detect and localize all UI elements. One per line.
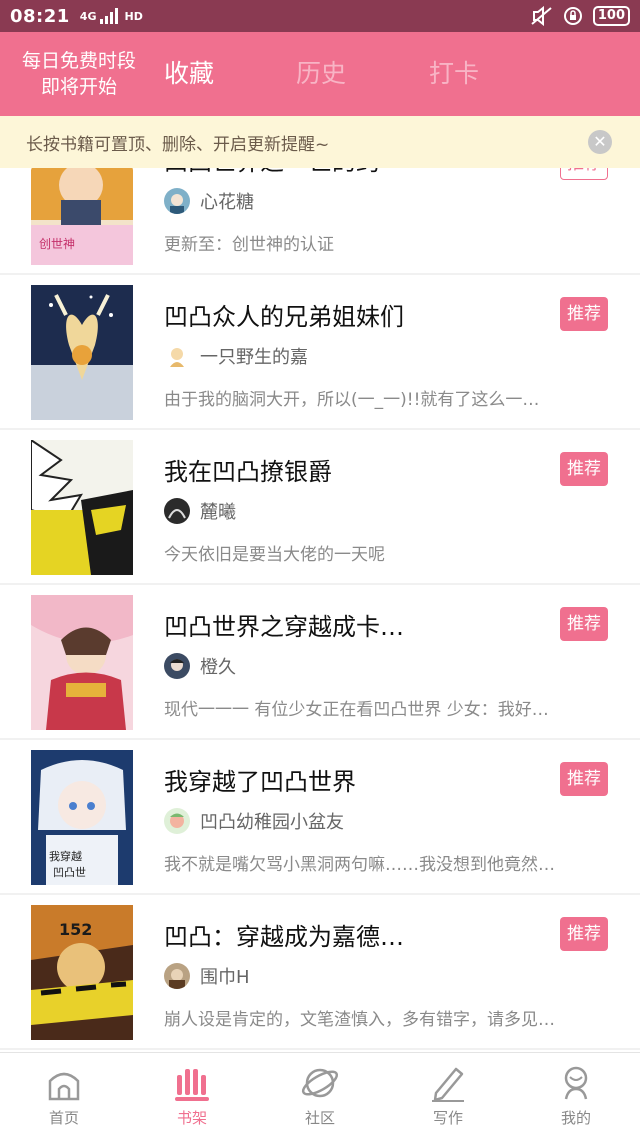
author-row: 心花糖 [164, 188, 254, 214]
recommend-tag[interactable]: 推荐 [560, 762, 608, 796]
book-cover [31, 595, 133, 730]
profile-icon [564, 1066, 588, 1100]
close-icon[interactable]: ✕ [588, 130, 612, 154]
avatar [164, 498, 190, 524]
book-description: 崩人设是肯定的，文笔渣慎入，多有错字，请多见… [164, 1010, 555, 1030]
author-name: 橙久 [200, 657, 236, 678]
book-item[interactable]: 凹凸众人的兄弟姐妹们 推荐 一只野生的嘉 由于我的脑洞大开，所以(一_一)!!就… [0, 275, 640, 430]
book-cover [31, 440, 133, 575]
tip-text: 长按书籍可置顶、删除、开启更新提醒~ [26, 134, 330, 155]
recommend-tag[interactable]: 推荐 [560, 452, 608, 486]
author-row: 麓曦 [164, 498, 236, 524]
author-row: 橙久 [164, 653, 236, 679]
author-name: 凹凸幼稚园小盆友 [200, 812, 344, 833]
book-title: 凹凸世界之穿越成卡… [164, 613, 404, 641]
book-item[interactable]: 152 凹凸：穿越成为嘉德… 推荐 围巾H 崩人设是肯定的，文笔渣慎入，多有错字… [0, 895, 640, 1050]
recommend-tag[interactable]: 推荐 [560, 297, 608, 331]
svg-text:创世神: 创世神 [39, 237, 75, 251]
battery-indicator: 100 [592, 6, 630, 26]
avatar [164, 653, 190, 679]
book-title: 凹凸众人的兄弟姐妹们 [164, 303, 404, 331]
book-item[interactable]: 凹凸世界之穿越成卡… 推荐 橙久 现代一一一 有位少女正在看凹凸世界 少女：我好… [0, 585, 640, 740]
book-description: 我不就是嘴欠骂小黑洞两句嘛……我没想到他竟然… [164, 855, 555, 875]
avatar [164, 188, 190, 214]
nav-bookshelf[interactable]: 书架 [128, 1053, 256, 1138]
tip-banner: 长按书籍可置顶、删除、开启更新提醒~ ✕ [0, 116, 640, 168]
nav-community[interactable]: 社区 [256, 1053, 384, 1138]
avatar [164, 808, 190, 834]
promo-line-2: 即将开始 [40, 76, 117, 98]
nav-label: 我的 [560, 1109, 591, 1127]
book-cover: 我穿越 凹凸世 [31, 750, 133, 885]
book-title: 凹凸世界之一世的约 [164, 168, 380, 177]
network-indicator: 4G HD [80, 8, 143, 24]
book-title: 我在凹凸撩银爵 [164, 458, 332, 486]
nav-label: 首页 [48, 1109, 79, 1127]
author-row: 围巾H [164, 963, 250, 989]
free-period-promo[interactable]: 每日免费时段 即将开始 [0, 48, 158, 100]
bookshelf-icon [175, 1069, 209, 1101]
book-description: 由于我的脑洞大开，所以(一_一)!!就有了这么一… [164, 390, 540, 410]
status-right: 100 [531, 6, 630, 26]
network-type: 4G [79, 9, 97, 23]
home-icon [48, 1072, 80, 1101]
svg-text:152: 152 [59, 920, 92, 939]
signal-icon [100, 8, 119, 24]
recommend-tag[interactable]: 推荐 [560, 917, 608, 951]
book-cover: 创世神 [31, 168, 133, 265]
status-time: 08:21 [10, 5, 70, 27]
nav-label: 书架 [176, 1109, 207, 1127]
nav-home[interactable]: 首页 [0, 1053, 128, 1138]
book-title: 我穿越了凹凸世界 [164, 768, 356, 796]
book-title: 凹凸：穿越成为嘉德… [164, 923, 404, 951]
bottom-nav: 首页 书架 社区 写作 我的 [0, 1052, 640, 1138]
planet-icon [301, 1068, 339, 1098]
recommend-tag[interactable]: 推荐 [560, 168, 608, 180]
book-item[interactable]: 我穿越 凹凸世 我穿越了凹凸世界 推荐 凹凸幼稚园小盆友 我不就是嘴欠骂小黑洞两… [0, 740, 640, 895]
nav-profile[interactable]: 我的 [512, 1053, 640, 1138]
tab-checkin[interactable]: 打卡 [429, 54, 479, 90]
book-cover: 152 [31, 905, 133, 1040]
book-cover [31, 285, 133, 420]
book-item[interactable]: 创世神 凹凸世界之一世的约 推荐 心花糖 更新至：创世神的认证 [0, 168, 640, 275]
promo-line-1: 每日免费时段 [21, 50, 136, 72]
author-name: 麓曦 [200, 502, 236, 523]
screen: 08:21 4G HD 100 每日免费时段 即将开始 收藏 历史 打卡 长按书… [0, 0, 640, 1138]
avatar [164, 963, 190, 989]
book-item[interactable]: 我在凹凸撩银爵 推荐 麓曦 今天依旧是要当大佬的一天呢 [0, 430, 640, 585]
author-name: 心花糖 [200, 192, 254, 213]
nav-label: 社区 [304, 1109, 335, 1127]
header: 每日免费时段 即将开始 收藏 历史 打卡 [0, 32, 640, 116]
author-name: 一只野生的嘉 [200, 347, 308, 368]
book-description: 今天依旧是要当大佬的一天呢 [164, 545, 385, 565]
avatar [164, 343, 190, 369]
book-description: 现代一一一 有位少女正在看凹凸世界 少女：我好… [164, 700, 549, 720]
rotation-lock-icon [563, 7, 582, 25]
book-description: 更新至：创世神的认证 [164, 235, 334, 255]
nav-label: 写作 [432, 1109, 463, 1127]
hd-indicator: HD [124, 9, 143, 23]
tab-favorites[interactable]: 收藏 [164, 54, 214, 90]
author-row: 一只野生的嘉 [164, 343, 308, 369]
author-name: 围巾H [200, 967, 250, 988]
mute-icon [531, 6, 552, 26]
status-bar: 08:21 4G HD 100 [0, 0, 640, 32]
svg-text:凹凸世: 凹凸世 [53, 866, 86, 879]
nav-write[interactable]: 写作 [384, 1053, 512, 1138]
author-row: 凹凸幼稚园小盆友 [164, 808, 344, 834]
bookshelf-list[interactable]: 创世神 凹凸世界之一世的约 推荐 心花糖 更新至：创世神的认证 [0, 168, 640, 1052]
svg-text:我穿越: 我穿越 [49, 849, 82, 863]
tab-history[interactable]: 历史 [296, 54, 346, 90]
pen-icon [432, 1067, 464, 1102]
recommend-tag[interactable]: 推荐 [560, 607, 608, 641]
